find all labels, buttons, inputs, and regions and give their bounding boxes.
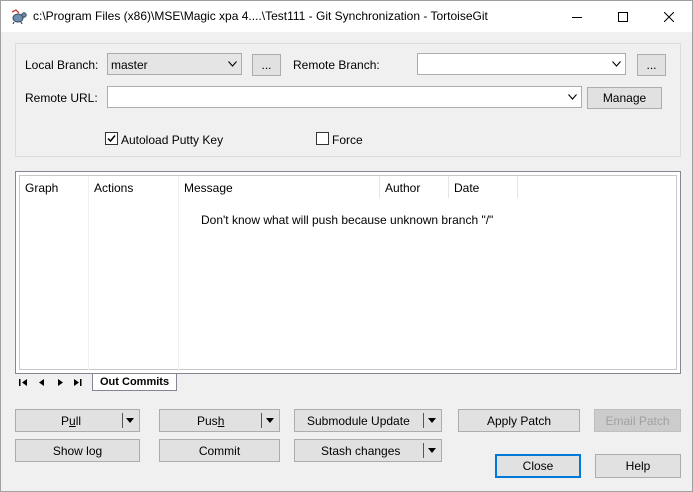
maximize-button[interactable] [600, 1, 646, 32]
remote-url-label: Remote URL: [25, 91, 98, 105]
chevron-down-icon [612, 61, 621, 67]
commit-list[interactable]: Graph Actions Message Author Date Don't … [19, 175, 677, 371]
list-status-message: Don't know what will push because unknow… [201, 213, 494, 227]
chevron-down-icon [568, 94, 577, 100]
help-button[interactable]: Help [595, 454, 681, 478]
minimize-button[interactable] [554, 1, 600, 32]
minimize-icon [572, 16, 582, 18]
column-header-graph[interactable]: Graph [20, 176, 89, 198]
close-window-button[interactable] [646, 1, 692, 32]
remote-branch-browse-button[interactable]: ... [637, 54, 666, 76]
dropdown-arrow-icon[interactable] [428, 418, 436, 423]
force-label: Force [332, 133, 363, 147]
last-tab-icon [74, 379, 82, 386]
column-header-message[interactable]: Message [179, 176, 380, 198]
tab-out-commits[interactable]: Out Commits [92, 374, 178, 391]
next-tab-icon [58, 379, 63, 386]
git-sync-window: c:\Program Files (x86)\MSE\Magic xpa 4..… [0, 0, 693, 492]
chevron-down-icon [228, 61, 237, 67]
stash-changes-button[interactable]: Stash changes [294, 439, 442, 462]
window-title: c:\Program Files (x86)\MSE\Magic xpa 4..… [33, 9, 488, 23]
show-log-button[interactable]: Show log [15, 439, 140, 462]
commit-list-frame: Graph Actions Message Author Date Don't … [15, 171, 681, 374]
submodule-update-label: Submodule Update [307, 414, 410, 428]
local-branch-label: Local Branch: [25, 58, 99, 72]
email-patch-button: Email Patch [594, 409, 681, 432]
close-button[interactable]: Close [495, 454, 581, 478]
dropdown-arrow-icon[interactable] [266, 418, 274, 423]
local-branch-value: master [111, 58, 148, 72]
column-divider [178, 176, 179, 371]
autoload-putty-key-checkbox[interactable] [105, 132, 118, 145]
previous-tab-icon [39, 379, 44, 386]
tab-navigation[interactable] [19, 377, 89, 389]
pull-button-label: Pull [61, 414, 82, 428]
remote-url-combo[interactable] [107, 86, 582, 108]
checkmark-icon [107, 135, 116, 143]
pull-button[interactable]: Pull [15, 409, 140, 432]
submodule-update-button[interactable]: Submodule Update [294, 409, 442, 432]
tortoisegit-icon [10, 9, 28, 25]
column-header-author[interactable]: Author [380, 176, 449, 198]
dropdown-arrow-icon[interactable] [428, 448, 436, 453]
column-header-date[interactable]: Date [449, 176, 518, 198]
remote-branch-combo[interactable] [417, 53, 626, 75]
first-tab-icon [19, 379, 27, 386]
close-icon [664, 11, 674, 22]
title-bar: c:\Program Files (x86)\MSE\Magic xpa 4..… [1, 1, 692, 32]
maximize-icon [618, 11, 628, 22]
apply-patch-button[interactable]: Apply Patch [458, 409, 580, 432]
column-header-actions[interactable]: Actions [89, 176, 179, 198]
push-button-label: Push [197, 414, 225, 428]
stash-changes-label: Stash changes [321, 444, 401, 458]
local-branch-browse-button[interactable]: ... [252, 54, 281, 76]
commit-button[interactable]: Commit [159, 439, 280, 462]
autoload-putty-key-label: Autoload Putty Key [121, 133, 224, 147]
push-button[interactable]: Push [159, 409, 280, 432]
remote-branch-label: Remote Branch: [293, 58, 380, 72]
force-checkbox[interactable] [316, 132, 329, 145]
column-divider [88, 176, 89, 371]
manage-button[interactable]: Manage [587, 87, 662, 109]
local-branch-combo[interactable]: master [107, 53, 242, 75]
dropdown-arrow-icon[interactable] [126, 418, 134, 423]
